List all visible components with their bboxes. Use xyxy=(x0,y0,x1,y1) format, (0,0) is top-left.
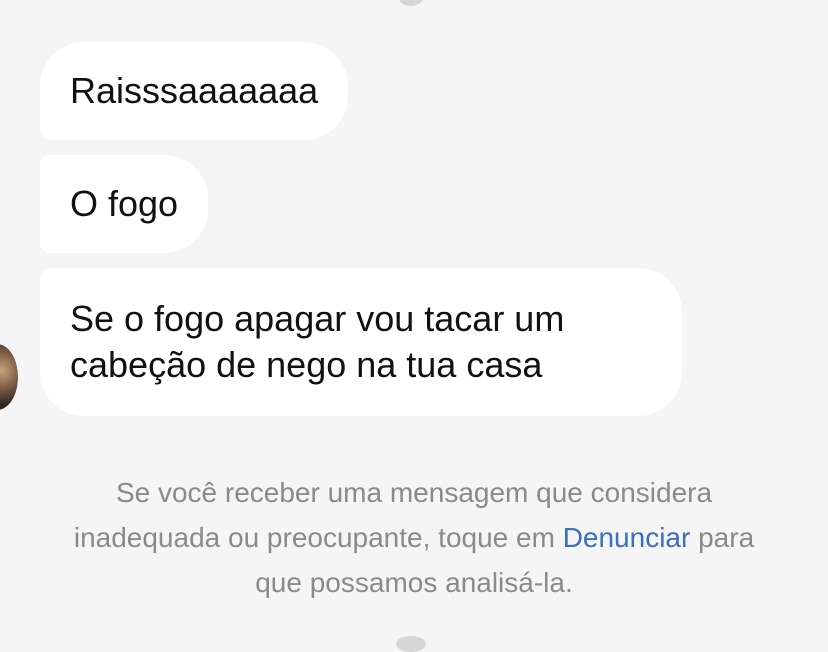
message-text: Raisssaaaaaaa xyxy=(70,70,319,111)
message-bubble[interactable]: O fogo xyxy=(40,155,209,253)
sender-avatar[interactable] xyxy=(0,344,18,410)
message-text-line: cabeção de nego na tua casa xyxy=(70,344,543,385)
notice-line: que possamos analisá-la. xyxy=(255,567,573,598)
report-notice: Se você receber uma mensagem que conside… xyxy=(0,470,828,605)
notice-line: Se você receber uma mensagem que conside… xyxy=(115,477,713,508)
next-item-edge xyxy=(396,636,426,652)
message-bubble[interactable]: Se o fogo apagar vou tacar um cabeção de… xyxy=(40,268,682,416)
report-link[interactable]: Denunciar xyxy=(563,522,691,553)
previous-item-edge xyxy=(398,0,424,6)
notice-line: inadequada ou preocupante, toque em Denu… xyxy=(0,515,828,560)
notice-text: inadequada ou preocupante, toque em xyxy=(73,522,563,553)
message-text: O fogo xyxy=(70,183,179,224)
notice-text: para xyxy=(690,522,755,553)
message-bubble[interactable]: Raisssaaaaaaa xyxy=(40,42,349,140)
message-text-line: Se o fogo apagar vou tacar um xyxy=(70,298,565,339)
